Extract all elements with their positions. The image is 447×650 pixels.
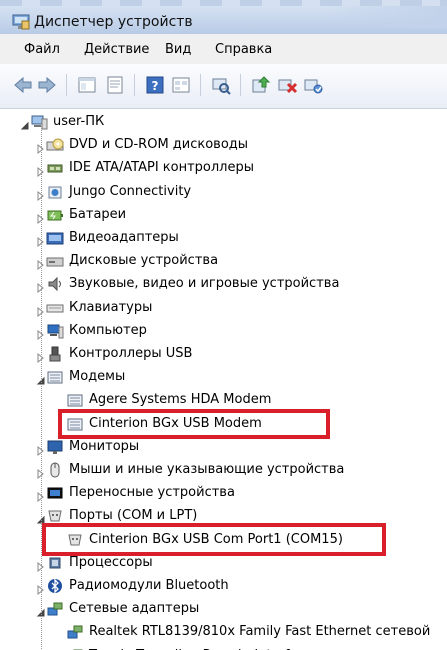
tree-root-label: user-ПК <box>53 114 105 129</box>
view-icon[interactable] <box>170 74 192 96</box>
tree-category[interactable]: Модемы <box>0 365 447 388</box>
tree-category[interactable]: Видеоадаптеры <box>0 226 447 249</box>
tree-category-label: Дисковые устройства <box>69 253 219 269</box>
menu-action[interactable]: Действие <box>84 42 149 58</box>
tree-device-label: Cinterion BGx USB Com Port1 (COM15) <box>89 531 343 547</box>
tree-device-label: Cinterion BGx USB Modem <box>89 415 262 431</box>
properties-icon[interactable] <box>104 74 126 96</box>
display-adapter-icon <box>46 229 64 247</box>
tree-category-label: Контроллеры USB <box>69 346 193 361</box>
tree-category-label: DVD и CD-ROM дисководы <box>69 137 249 153</box>
dvd-drive-icon <box>46 136 64 154</box>
computer-root-icon <box>30 113 48 131</box>
processor-icon <box>46 554 64 572</box>
tree-device[interactable]: Realtek RTL8139/810x Family Fast Etherne… <box>0 620 447 643</box>
scan-hardware-icon[interactable] <box>210 74 232 96</box>
tree-category-label: Радиомодули Bluetooth <box>69 578 229 593</box>
console-tree-icon[interactable] <box>76 74 98 96</box>
computer-icon <box>46 322 64 340</box>
title-bar: Диспетчер устройств <box>0 0 447 35</box>
tree-category[interactable]: Порты (COM и LPT) <box>0 504 447 527</box>
device-manager-icon <box>12 14 30 30</box>
tree-category[interactable]: Клавиатуры <box>0 296 447 319</box>
tree-category[interactable]: Процессоры <box>0 551 447 574</box>
tree-connector-line <box>41 122 42 650</box>
back-arrow-icon[interactable] <box>12 74 34 96</box>
portable-device-icon <box>46 484 64 502</box>
tree-category[interactable]: DVD и CD-ROM дисководы <box>0 133 447 156</box>
tree-category[interactable]: Дисковые устройства <box>0 249 447 272</box>
keyboard-icon <box>46 299 64 317</box>
tree-category-label: Модемы <box>69 369 126 385</box>
help-icon[interactable]: ? <box>144 74 166 96</box>
network-adapter-icon <box>66 623 84 641</box>
disk-drive-icon <box>46 252 64 270</box>
forward-arrow-icon[interactable] <box>36 74 58 96</box>
ide-controller-icon <box>46 159 64 177</box>
window-title: Диспетчер устройств <box>34 14 193 30</box>
tree-category-label: Переносные устройства <box>69 485 235 501</box>
bluetooth-icon <box>46 577 64 595</box>
device-tree: user-ПК DVD и CD-ROM дисководы IDE ATA/ATA… <box>0 108 447 650</box>
modem-icon <box>66 415 84 433</box>
speaker-icon <box>46 275 64 293</box>
tree-category[interactable]: Сетевые адаптеры <box>0 597 447 620</box>
tree-category[interactable]: Радиомодули Bluetooth <box>0 574 447 597</box>
modem-icon <box>66 391 84 409</box>
toolbar-separator <box>134 74 135 96</box>
toolbar-separator <box>66 74 67 96</box>
title-bar-glow <box>327 6 447 28</box>
tree-device[interactable]: Teredo Tunneling Pseudo-Interface <box>0 644 447 650</box>
toolbar-separator <box>200 74 201 96</box>
menu-view[interactable]: Вид <box>165 42 191 58</box>
tree-category-label: Мониторы <box>69 438 140 454</box>
tree-category[interactable]: Компьютер <box>0 319 447 342</box>
modem-icon <box>46 368 64 386</box>
tree-category-label: Звуковые, видео и игровые устройства <box>69 276 340 292</box>
uninstall-device-icon[interactable] <box>276 74 298 96</box>
tree-category[interactable]: Jungo Connectivity <box>0 180 447 203</box>
tree-category[interactable]: Звуковые, видео и игровые устройства <box>0 272 447 295</box>
monitor-icon <box>46 438 64 456</box>
tree-category-label: Порты (COM и LPT) <box>69 508 198 524</box>
menu-bar: Файл Действие Вид Справка <box>0 34 447 65</box>
port-icon <box>46 507 64 525</box>
update-driver-icon[interactable] <box>250 74 272 96</box>
usb-plug-icon <box>46 345 64 363</box>
tree-category-label: Клавиатуры <box>69 299 153 315</box>
tree-category-label: Батареи <box>69 206 127 222</box>
svg-text:?: ? <box>152 79 159 93</box>
mouse-icon <box>46 461 64 479</box>
menu-file[interactable]: Файл <box>24 42 60 58</box>
toolbar-separator <box>240 74 241 96</box>
tree-category-label: Компьютер <box>69 322 147 338</box>
toolbar: ? <box>0 64 447 109</box>
port-icon <box>66 531 84 549</box>
network-adapter-icon <box>46 600 64 618</box>
network-adapter-icon <box>66 647 84 650</box>
expand-arrow-open-icon[interactable] <box>20 116 30 130</box>
tree-root[interactable]: user-ПК <box>0 110 447 133</box>
tree-category[interactable]: Мыши и иные указывающие устройства <box>0 458 447 481</box>
tree-category-label: Сетевые адаптеры <box>69 601 200 617</box>
tree-category-label: IDE ATA/ATAPI контроллеры <box>69 160 255 176</box>
tree-category-label: Видеоадаптеры <box>69 230 179 245</box>
tree-category[interactable]: IDE ATA/ATAPI контроллеры <box>0 156 447 179</box>
tree-device[interactable]: Cinterion BGx USB Com Port1 (COM15) <box>0 528 447 551</box>
tree-device[interactable]: Cinterion BGx USB Modem <box>0 412 447 435</box>
tree-category-label: Мыши и иные указывающие устройства <box>69 462 345 477</box>
jungo-device-icon <box>46 183 64 201</box>
battery-icon <box>46 206 64 224</box>
tree-device[interactable]: Agere Systems HDA Modem <box>0 388 447 411</box>
tree-device-label: Realtek RTL8139/810x Family Fast Etherne… <box>89 624 431 640</box>
tree-category[interactable]: Мониторы <box>0 435 447 458</box>
enable-device-icon[interactable] <box>302 74 324 96</box>
tree-category-label: Jungo Connectivity <box>69 183 192 199</box>
tree-category[interactable]: Батареи <box>0 203 447 226</box>
tree-category-label: Процессоры <box>69 554 153 570</box>
tree-device-label: Agere Systems HDA Modem <box>89 392 272 408</box>
tree-category[interactable]: Переносные устройства <box>0 481 447 504</box>
menu-help[interactable]: Справка <box>215 42 272 58</box>
tree-category[interactable]: Контроллеры USB <box>0 342 447 365</box>
